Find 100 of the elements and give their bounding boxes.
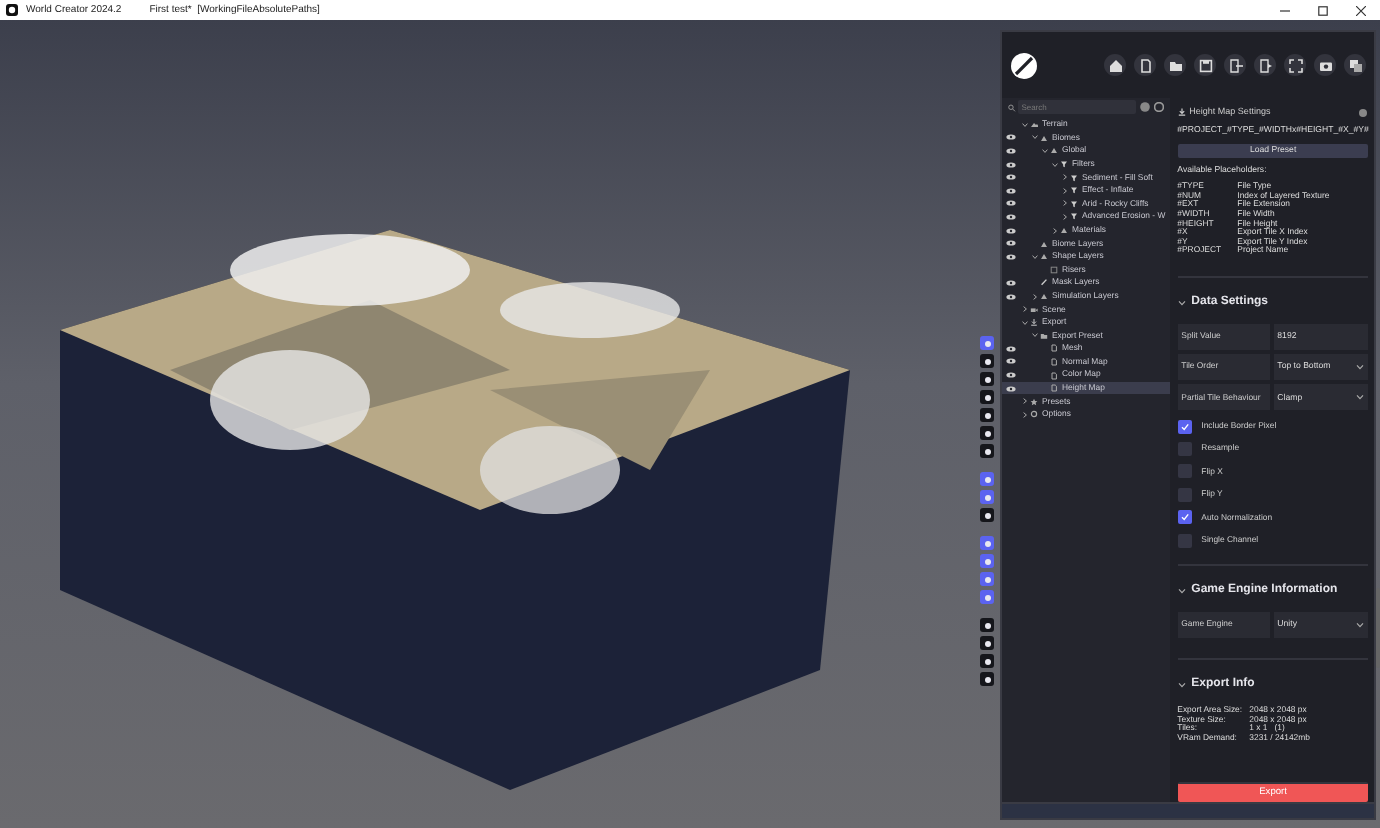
search-icon — [1008, 103, 1016, 111]
view-tool-button[interactable] — [980, 372, 994, 386]
star-icon — [1030, 397, 1038, 406]
chevron-down-icon[interactable] — [1022, 319, 1028, 326]
checkmark-icon — [1179, 512, 1190, 523]
tool-glyph-icon — [983, 475, 991, 483]
chevron-right-icon[interactable] — [1032, 293, 1038, 300]
eye-icon[interactable] — [1006, 279, 1016, 286]
gear-icon[interactable] — [1153, 102, 1164, 112]
brush-icon — [1040, 278, 1048, 287]
checkbox[interactable] — [1177, 464, 1192, 479]
layer-icon — [1060, 226, 1068, 235]
checkbox[interactable] — [1177, 442, 1192, 457]
export-icon — [1225, 55, 1245, 75]
close-icon[interactable] — [1356, 5, 1366, 15]
chevron-down-icon[interactable] — [1022, 121, 1028, 128]
eye-icon[interactable] — [1006, 187, 1016, 194]
eye-icon[interactable] — [1006, 345, 1016, 352]
download-icon — [1030, 318, 1038, 327]
chevron-right-icon[interactable] — [1052, 227, 1058, 234]
checkbox[interactable] — [1177, 510, 1192, 525]
chevron-down-icon — [1356, 364, 1365, 371]
save-icon — [1195, 55, 1215, 75]
eye-icon[interactable] — [1006, 213, 1016, 220]
tool-glyph-icon — [983, 511, 991, 519]
tool-glyph-icon — [983, 411, 991, 419]
eye-icon[interactable] — [1006, 372, 1016, 379]
layer-icon — [1040, 292, 1048, 301]
eye-icon[interactable] — [1006, 200, 1016, 207]
eye-icon[interactable] — [1006, 134, 1016, 141]
focus-button[interactable] — [1284, 54, 1306, 76]
folder-icon — [1040, 331, 1048, 340]
focus-icon — [1285, 55, 1305, 75]
checkbox[interactable] — [1177, 419, 1192, 434]
view-tool-button[interactable] — [980, 636, 994, 650]
chevron-right-icon[interactable] — [1062, 187, 1068, 194]
chevron-right-icon[interactable] — [1062, 200, 1068, 207]
tool-glyph-icon — [983, 393, 991, 401]
tool-glyph-icon — [983, 575, 991, 583]
tool-glyph-icon — [983, 593, 991, 601]
view-tool-button[interactable] — [980, 408, 994, 422]
tool-glyph-icon — [983, 639, 991, 647]
checkbox[interactable] — [1177, 487, 1192, 502]
view-tool-button[interactable] — [980, 426, 994, 440]
chevron-right-icon[interactable] — [1022, 411, 1028, 418]
chevron-down-icon[interactable] — [1177, 682, 1186, 689]
chevron-down-icon — [1356, 621, 1365, 628]
export-button[interactable] — [1254, 54, 1276, 76]
chevron-right-icon[interactable] — [1022, 398, 1028, 405]
view-tool-button[interactable] — [980, 672, 994, 686]
eye-icon[interactable] — [1006, 385, 1016, 392]
tool-glyph-icon — [983, 657, 991, 665]
tool-glyph-icon — [983, 675, 991, 683]
eye-icon[interactable] — [1006, 161, 1016, 168]
chevron-down-icon[interactable] — [1177, 299, 1186, 306]
chevron-down-icon[interactable] — [1032, 134, 1038, 141]
chevron-down-icon[interactable] — [1032, 332, 1038, 339]
eye-icon[interactable] — [1006, 358, 1016, 365]
layers-icon — [1345, 55, 1365, 75]
eye-icon[interactable] — [1006, 174, 1016, 181]
tool-glyph-icon — [983, 621, 991, 629]
chevron-right-icon[interactable] — [1062, 213, 1068, 220]
view-tool-button[interactable] — [980, 354, 994, 368]
eye-icon[interactable] — [1006, 253, 1016, 260]
view-tool-button[interactable] — [980, 444, 994, 458]
export-button[interactable] — [1224, 54, 1246, 76]
tool-glyph-icon — [983, 493, 991, 501]
gear-icon — [1030, 410, 1038, 419]
tool-glyph-icon — [983, 539, 991, 547]
checkbox[interactable] — [1177, 533, 1192, 548]
chevron-down-icon[interactable] — [1032, 253, 1038, 260]
view-tool-button[interactable] — [980, 654, 994, 668]
app-logo-icon — [1010, 51, 1038, 79]
tool-glyph-icon — [983, 339, 991, 347]
chevron-down-icon[interactable] — [1052, 161, 1058, 168]
eye-icon[interactable] — [1006, 293, 1016, 300]
document-button[interactable] — [1134, 54, 1156, 76]
home-button[interactable] — [1104, 54, 1126, 76]
chevron-down-icon[interactable] — [1042, 147, 1048, 154]
scrollbar-thumb[interactable] — [1376, 588, 1380, 668]
view-tool-button[interactable] — [980, 618, 994, 632]
camera-button[interactable] — [1314, 54, 1336, 76]
chevron-down-icon[interactable] — [1177, 587, 1186, 594]
layers-button[interactable] — [1344, 54, 1366, 76]
chevron-right-icon[interactable] — [1062, 174, 1068, 181]
chevron-right-icon[interactable] — [1022, 306, 1028, 313]
grid-icon — [1050, 265, 1058, 274]
view-tool-button[interactable] — [980, 508, 994, 522]
maximize-icon[interactable] — [1318, 5, 1328, 15]
view-tool-button[interactable] — [980, 390, 994, 404]
folder-button[interactable] — [1164, 54, 1186, 76]
eye-icon[interactable] — [1006, 227, 1016, 234]
minimize-icon[interactable] — [1280, 5, 1290, 15]
save-button[interactable] — [1194, 54, 1216, 76]
tool-glyph-icon — [983, 557, 991, 565]
eye-icon[interactable] — [1006, 147, 1016, 154]
home-icon — [1105, 55, 1125, 75]
eye-icon[interactable] — [1006, 240, 1016, 247]
chevron-down-icon — [1356, 394, 1365, 401]
gear-icon[interactable] — [1358, 107, 1369, 118]
